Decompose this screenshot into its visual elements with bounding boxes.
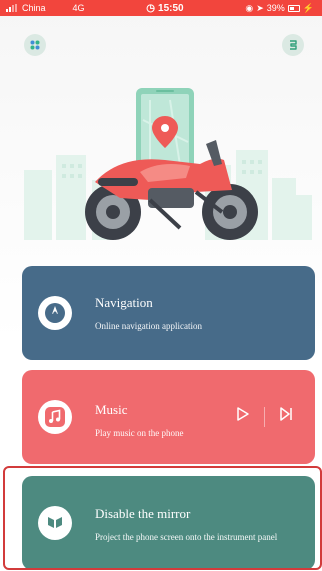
battery-percent: 39% bbox=[266, 3, 285, 13]
mirror-title: Disable the mirror bbox=[95, 506, 191, 521]
music-title: Music bbox=[95, 402, 128, 417]
navigation-subtitle: Online navigation application bbox=[95, 321, 202, 331]
compass-icon bbox=[38, 296, 72, 330]
location-icon: ➤ bbox=[256, 2, 264, 13]
play-icon[interactable] bbox=[236, 406, 250, 427]
alarm-icon: ◷ bbox=[146, 2, 156, 14]
mirror-icon bbox=[38, 506, 72, 540]
controls-divider bbox=[264, 406, 265, 427]
lock-rotation-icon: ◉ bbox=[245, 2, 254, 13]
status-right: ◉ ➤ 39% ⚡ bbox=[245, 3, 314, 14]
disable-mirror-card[interactable]: Disable the mirror Project the phone scr… bbox=[22, 476, 315, 570]
skip-next-icon[interactable] bbox=[279, 406, 293, 427]
mirror-subtitle: Project the phone screen onto the instru… bbox=[95, 532, 278, 542]
status-time: ◷ 15:50 bbox=[146, 3, 183, 14]
hero-illustration bbox=[0, 60, 322, 260]
navigation-title: Navigation bbox=[95, 295, 153, 310]
battery-icon bbox=[287, 4, 300, 12]
status-bar: China 4G ◷ 15:50 ◉ ➤ 39% ⚡ bbox=[0, 0, 322, 16]
signal-icon bbox=[6, 4, 17, 12]
charging-icon: ⚡ bbox=[302, 2, 314, 13]
carrier-label: China bbox=[22, 3, 46, 13]
music-controls bbox=[236, 406, 293, 427]
music-card[interactable]: Music Play music on the phone bbox=[22, 370, 315, 464]
music-subtitle: Play music on the phone bbox=[95, 428, 184, 438]
music-note-icon bbox=[38, 400, 72, 434]
time-label: 15:50 bbox=[158, 2, 184, 14]
navigation-card[interactable]: Navigation Online navigation application bbox=[22, 266, 315, 360]
bracket-icon[interactable] bbox=[282, 34, 304, 56]
status-left: China 4G bbox=[6, 3, 85, 13]
grid-icon[interactable] bbox=[24, 34, 46, 56]
network-label: 4G bbox=[72, 3, 85, 13]
